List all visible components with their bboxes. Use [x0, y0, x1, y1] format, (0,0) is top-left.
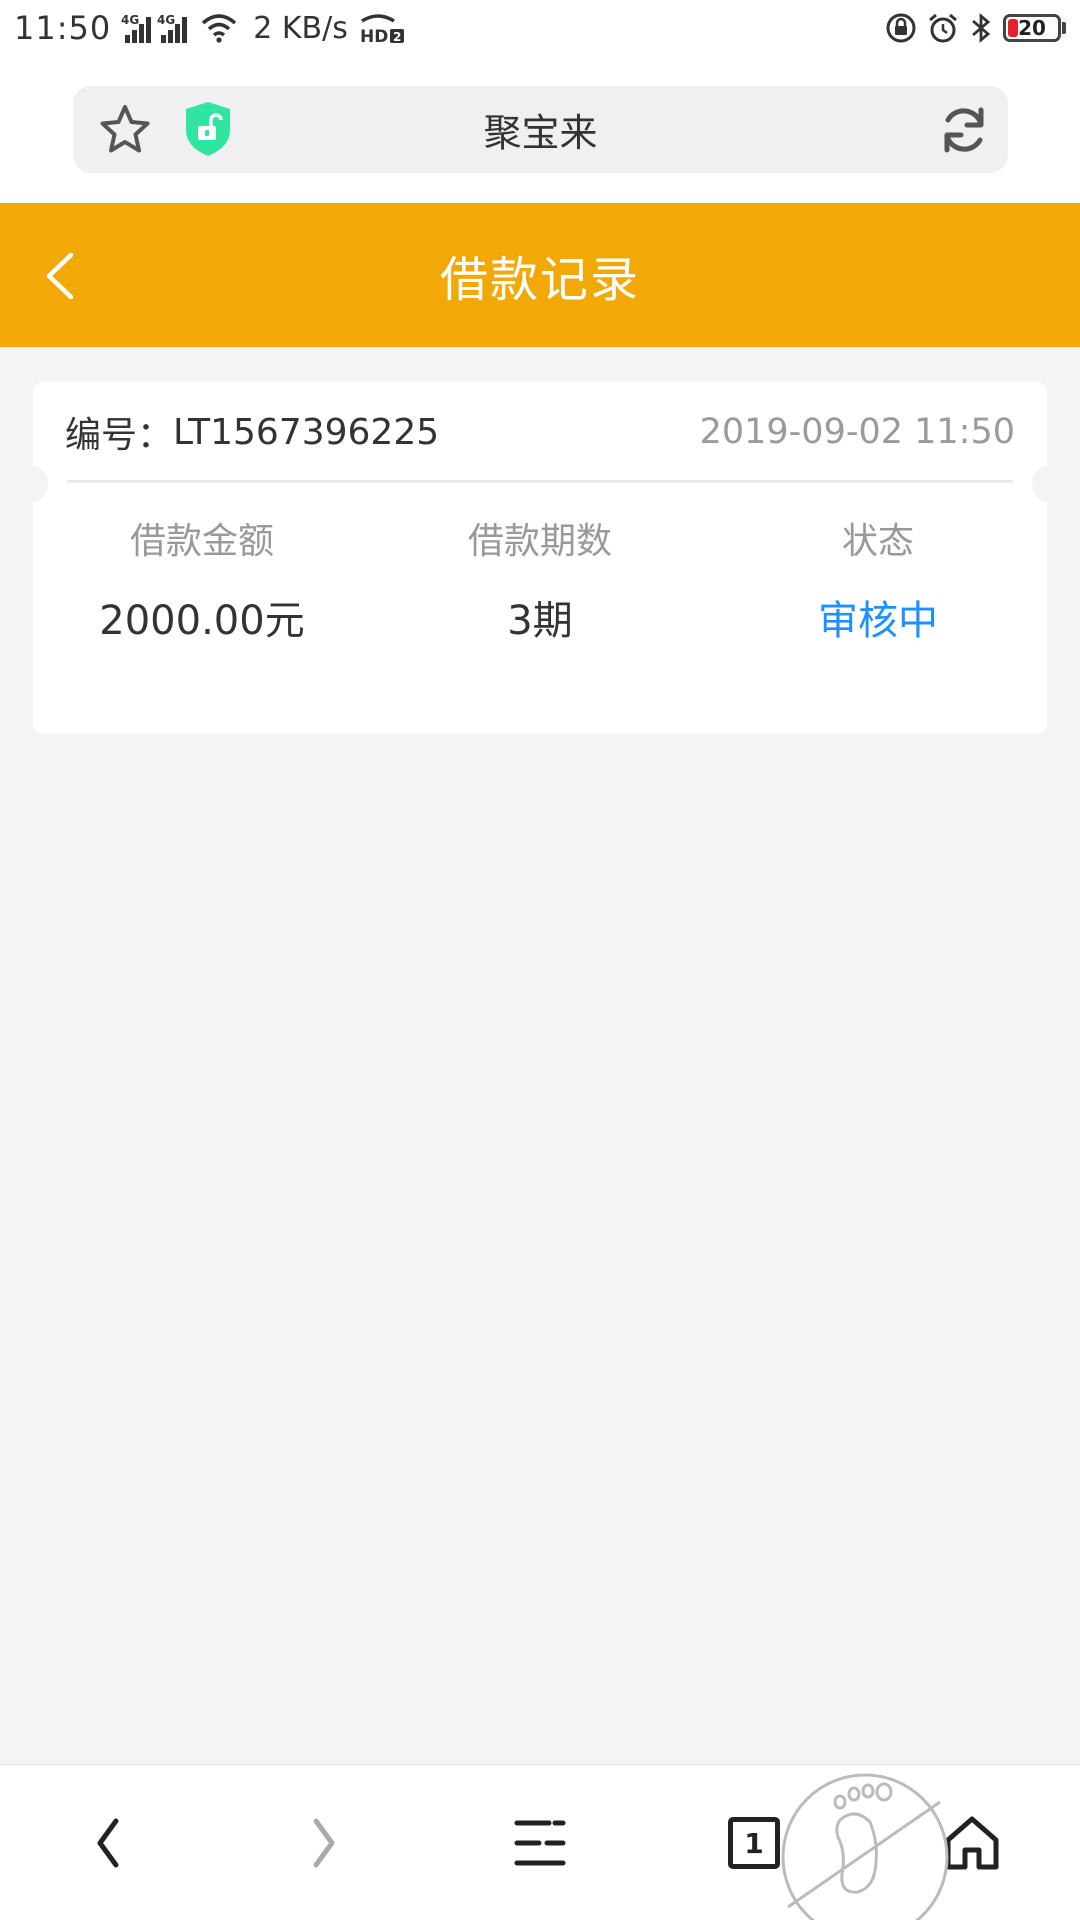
card-header: 编号： LT1567396225 2019-09-02 11:50: [33, 382, 1047, 482]
battery-cap: [1062, 22, 1066, 34]
stat-status: 状态 审核中: [709, 512, 1047, 646]
status-bar-right: 20: [885, 12, 1066, 44]
hd-call-icon: HD 2: [358, 11, 406, 45]
status-bar: 11:50 4G 4G 2 KB/s HD 2 20: [0, 0, 1080, 56]
card-divider: [67, 480, 1013, 483]
nav-menu-button[interactable]: [480, 1765, 600, 1920]
stat-loan-amount: 借款金额 2000.00元: [33, 512, 371, 646]
home-icon: [945, 1816, 999, 1870]
record-id-label: 编号：: [65, 415, 174, 456]
browser-toolbar: 聚宝来: [0, 56, 1080, 203]
forward-icon: [313, 1818, 335, 1868]
stat-value: 3期: [507, 598, 573, 644]
page-title: 聚宝来: [483, 111, 598, 155]
card-notch-right: [1032, 466, 1062, 502]
status-time: 11:50: [14, 9, 112, 47]
lock-rotation-icon: [885, 12, 917, 44]
stat-label: 状态: [841, 521, 914, 562]
app-header: 借款记录: [0, 203, 1080, 347]
no-footprint-icon[interactable]: [780, 1762, 950, 1920]
network-speed: 2 KB/s: [253, 10, 348, 46]
stat-loan-periods: 借款期数 3期: [371, 512, 709, 646]
battery-body: 20: [1003, 14, 1061, 42]
stat-value: 2000.00元: [99, 598, 305, 644]
back-arrow-icon[interactable]: [34, 249, 88, 303]
header-title: 借款记录: [439, 252, 640, 308]
stat-label: 借款期数: [467, 521, 612, 562]
loan-record-card[interactable]: 编号： LT1567396225 2019-09-02 11:50 借款金额 2…: [18, 382, 1062, 734]
menu-icon: [514, 1820, 566, 1866]
card-notch-left: [18, 466, 48, 502]
screen: 11:50 4G 4G 2 KB/s HD 2 20 聚宝来 借款记录 编号： …: [0, 0, 1080, 1920]
card-stats: 借款金额 2000.00元 借款期数 3期 状态 审核中: [33, 512, 1047, 646]
stat-label: 借款金额: [129, 521, 274, 562]
tab-count: 1: [744, 1826, 764, 1860]
network-type-1: 4G: [121, 13, 139, 27]
hd-badge: HD: [360, 27, 388, 45]
wifi-icon: [201, 13, 237, 43]
record-id-value: LT1567396225: [173, 411, 440, 453]
record-datetime: 2019-09-02 11:50: [699, 412, 1015, 452]
refresh-icon[interactable]: [936, 102, 992, 162]
svg-text:2: 2: [393, 30, 401, 44]
alarm-icon: [927, 12, 959, 44]
nav-back-button[interactable]: [48, 1765, 168, 1920]
status-value: 审核中: [818, 598, 938, 644]
bluetooth-icon: [969, 12, 993, 44]
address-bar[interactable]: 聚宝来: [73, 86, 1008, 173]
status-bar-left: 11:50 4G 4G 2 KB/s HD 2: [14, 9, 406, 47]
battery-fill: [1008, 19, 1019, 37]
nav-forward-button[interactable]: [264, 1765, 384, 1920]
network-type-2: 4G: [157, 13, 175, 27]
battery-level: 20: [1018, 16, 1046, 40]
back-icon: [97, 1818, 119, 1868]
battery-icon: 20: [1003, 14, 1066, 42]
signal-icon: 4G 4G: [121, 11, 191, 45]
tabs-icon: 1: [728, 1817, 780, 1869]
record-id: 编号： LT1567396225: [65, 406, 439, 458]
